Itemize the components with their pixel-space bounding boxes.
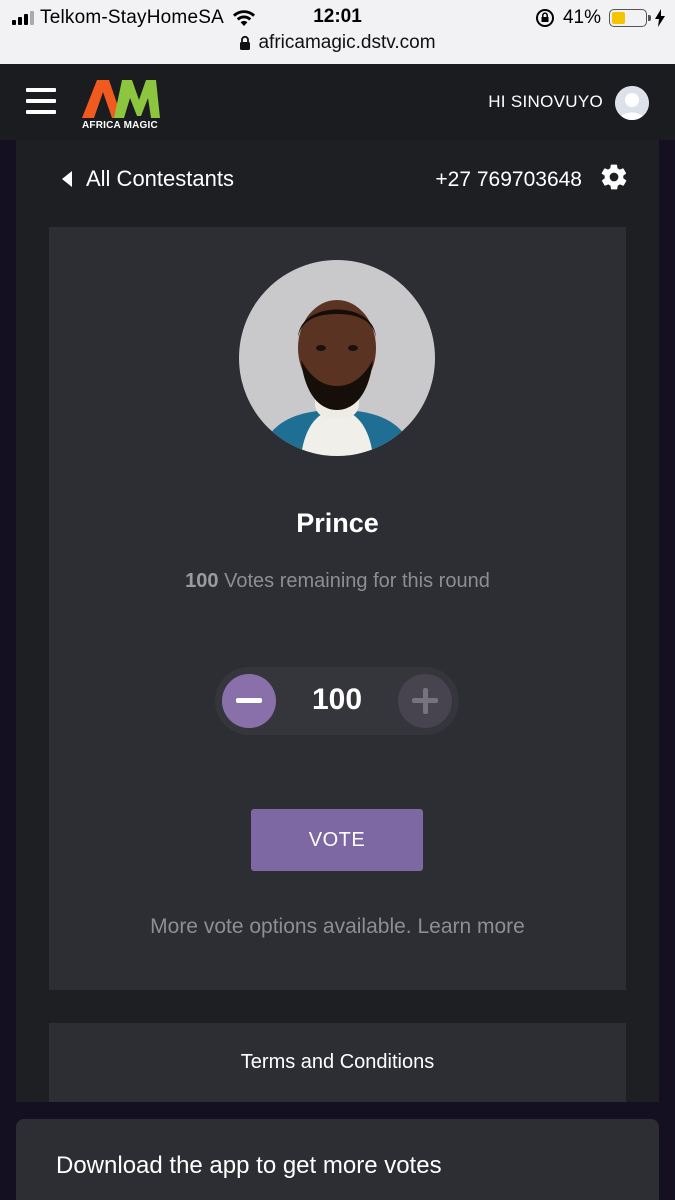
back-label: All Contestants xyxy=(86,166,234,191)
gear-icon[interactable] xyxy=(599,162,629,192)
chevron-left-icon xyxy=(62,171,72,187)
top-navigation: AFRICA MAGIC HI SINOVUYO xyxy=(0,64,675,140)
votes-remaining-text: Votes remaining for this round xyxy=(224,570,490,592)
url-text: africamagic.dstv.com xyxy=(258,32,436,53)
increment-button[interactable] xyxy=(398,674,452,728)
status-right: 41% xyxy=(535,6,665,30)
user-greeting[interactable]: HI SINOVUYO xyxy=(488,92,603,112)
logo-mark xyxy=(82,80,160,118)
battery-percent: 41% xyxy=(562,7,601,28)
download-app-banner[interactable]: Download the app to get more votes xyxy=(16,1119,659,1200)
vote-page: All Contestants +27 769703648 Prince 100… xyxy=(16,140,659,1102)
user-silhouette-icon xyxy=(615,86,649,120)
logo-text: AFRICA MAGIC xyxy=(82,120,158,131)
menu-icon[interactable] xyxy=(26,88,56,114)
back-to-contestants-link[interactable]: All Contestants xyxy=(62,166,234,192)
address-bar[interactable]: africamagic.dstv.com xyxy=(0,32,675,54)
rotation-lock-icon xyxy=(535,9,554,27)
status-bar: Telkom-StayHomeSA 12:01 41% africamagic.… xyxy=(0,0,675,64)
terms-and-conditions-link[interactable]: Terms and Conditions xyxy=(49,1023,626,1102)
vote-quantity-stepper: 100 xyxy=(215,667,459,735)
avatar[interactable] xyxy=(615,86,649,120)
charging-icon xyxy=(655,9,665,27)
lock-icon xyxy=(240,35,251,50)
contestant-card: Prince 100 Votes remaining for this roun… xyxy=(49,227,626,990)
battery-fill xyxy=(612,12,625,24)
vote-button[interactable]: VOTE xyxy=(251,809,423,871)
africa-magic-logo[interactable]: AFRICA MAGIC xyxy=(82,76,160,132)
contestant-name: Prince xyxy=(296,508,379,538)
votes-remaining: 100 Votes remaining for this round xyxy=(49,570,626,593)
contestant-photo xyxy=(239,260,435,456)
votes-remaining-count: 100 xyxy=(185,570,219,592)
more-vote-options-link[interactable]: More vote options available. Learn more xyxy=(49,915,626,939)
phone-number: +27 769703648 xyxy=(435,168,582,191)
battery-icon xyxy=(609,9,651,27)
